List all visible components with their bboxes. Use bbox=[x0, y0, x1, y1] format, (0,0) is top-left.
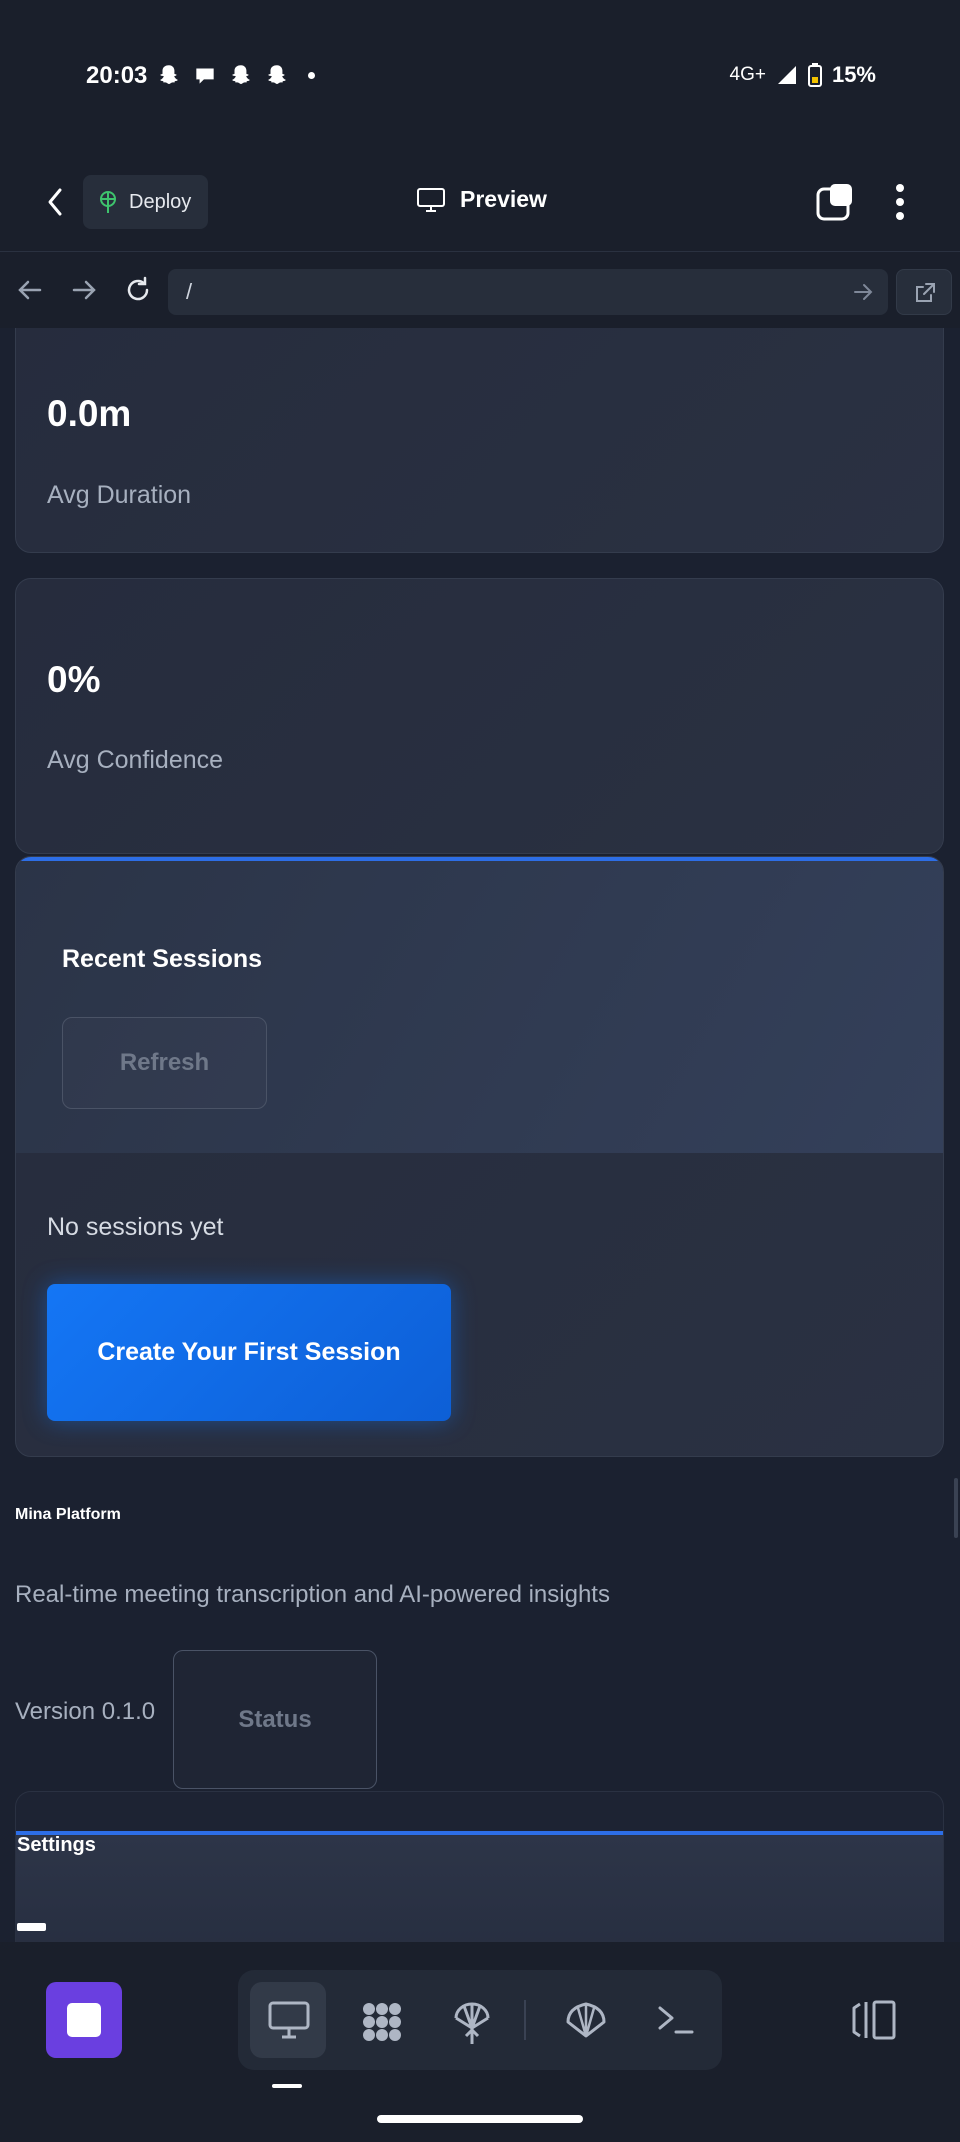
apps-grid-icon bbox=[363, 2003, 401, 2041]
platform-tagline: Real-time meeting transcription and AI-p… bbox=[15, 1581, 610, 1608]
settings-accent-line bbox=[16, 1831, 943, 1835]
scrollbar[interactable] bbox=[954, 1478, 958, 1538]
deploy-button[interactable]: Deploy bbox=[83, 175, 208, 229]
home-indicator[interactable] bbox=[377, 2115, 583, 2123]
dock-tab-terminal[interactable] bbox=[638, 1982, 714, 2058]
deploy-icon bbox=[454, 2002, 490, 2044]
terminal-icon bbox=[658, 2006, 694, 2034]
version-text: Version 0.1.0 bbox=[15, 1698, 156, 1725]
open-external-button[interactable] bbox=[896, 269, 952, 315]
sessions-title: Recent Sessions bbox=[62, 945, 263, 973]
external-link-icon bbox=[916, 283, 935, 302]
stop-button[interactable] bbox=[46, 1982, 122, 2058]
settings-title: Settings bbox=[17, 1834, 96, 1856]
network-type: 4G+ bbox=[729, 64, 766, 85]
chat-bubble-icon bbox=[196, 68, 214, 84]
battery-percent: 15% bbox=[831, 62, 876, 87]
sessions-header: Recent Sessions Refresh bbox=[16, 857, 943, 1153]
status-time: 20:03 bbox=[86, 62, 148, 89]
nav-forward-icon[interactable] bbox=[68, 274, 100, 306]
more-notifications-dot bbox=[308, 71, 315, 79]
settings-placeholder-bar bbox=[17, 1923, 46, 1931]
nav-back-icon[interactable] bbox=[14, 274, 46, 306]
reload-icon[interactable] bbox=[122, 274, 154, 306]
deploy-label: Deploy bbox=[129, 190, 192, 213]
app-header: Deploy Preview bbox=[0, 152, 960, 252]
dock-tab-preview[interactable] bbox=[250, 1982, 326, 2058]
dock-tab-apps[interactable] bbox=[342, 1982, 418, 2058]
stat-value: 0% bbox=[47, 659, 101, 700]
url-input[interactable]: / bbox=[168, 269, 888, 315]
url-text: / bbox=[186, 279, 193, 304]
recent-sessions-card: Recent Sessions Refresh No sessions yet … bbox=[15, 856, 944, 1457]
stop-icon bbox=[67, 2003, 101, 2037]
stat-card-duration: 0.0m Avg Duration bbox=[15, 328, 944, 553]
more-vert-icon[interactable] bbox=[888, 180, 912, 224]
tabs-icon[interactable] bbox=[815, 182, 855, 222]
dock-separator bbox=[524, 2000, 526, 2040]
battery-icon bbox=[807, 63, 822, 87]
create-session-button[interactable]: Create Your First Session bbox=[47, 1284, 451, 1421]
stat-label: Avg Duration bbox=[47, 481, 192, 509]
status-button[interactable]: Status bbox=[173, 1650, 377, 1789]
stat-value: 0.0m bbox=[47, 393, 132, 434]
page-content: 0.0m Avg Duration 0% Avg Confidence Rece… bbox=[0, 328, 960, 1942]
browser-toolbar: / bbox=[0, 252, 960, 328]
deploy-icon bbox=[100, 191, 116, 213]
snapchat-icon bbox=[160, 65, 178, 84]
preview-title: Preview bbox=[416, 186, 547, 213]
empty-state-text: No sessions yet bbox=[47, 1213, 224, 1241]
dock-tab-deploy[interactable] bbox=[434, 1982, 510, 2058]
stat-card-confidence: 0% Avg Confidence bbox=[15, 578, 944, 854]
notification-icons bbox=[156, 62, 315, 88]
system-indicators: 4G+ 15% bbox=[729, 62, 876, 88]
signal-icon bbox=[777, 66, 796, 84]
monitor-icon bbox=[268, 2001, 310, 2039]
dock-tabs bbox=[238, 1970, 722, 2070]
snapchat-icon bbox=[268, 65, 286, 84]
active-tab-indicator bbox=[272, 2084, 302, 2088]
refresh-button[interactable]: Refresh bbox=[62, 1017, 267, 1109]
settings-card: Settings bbox=[15, 1791, 944, 1942]
monitor-icon bbox=[417, 187, 445, 212]
go-arrow-icon[interactable] bbox=[852, 281, 874, 303]
preview-label: Preview bbox=[460, 186, 547, 212]
status-bar: 20:03 4G+ 15% bbox=[0, 0, 960, 152]
platform-name: Mina Platform bbox=[15, 1506, 121, 1523]
back-arrow-icon[interactable] bbox=[38, 182, 74, 222]
dock-tab-shell[interactable] bbox=[546, 1982, 622, 2058]
snapchat-icon bbox=[232, 65, 250, 84]
stat-label: Avg Confidence bbox=[47, 746, 224, 774]
bottom-dock bbox=[0, 1942, 960, 2142]
panel-toggle-icon[interactable] bbox=[850, 1998, 898, 2042]
shell-icon bbox=[566, 2002, 606, 2038]
